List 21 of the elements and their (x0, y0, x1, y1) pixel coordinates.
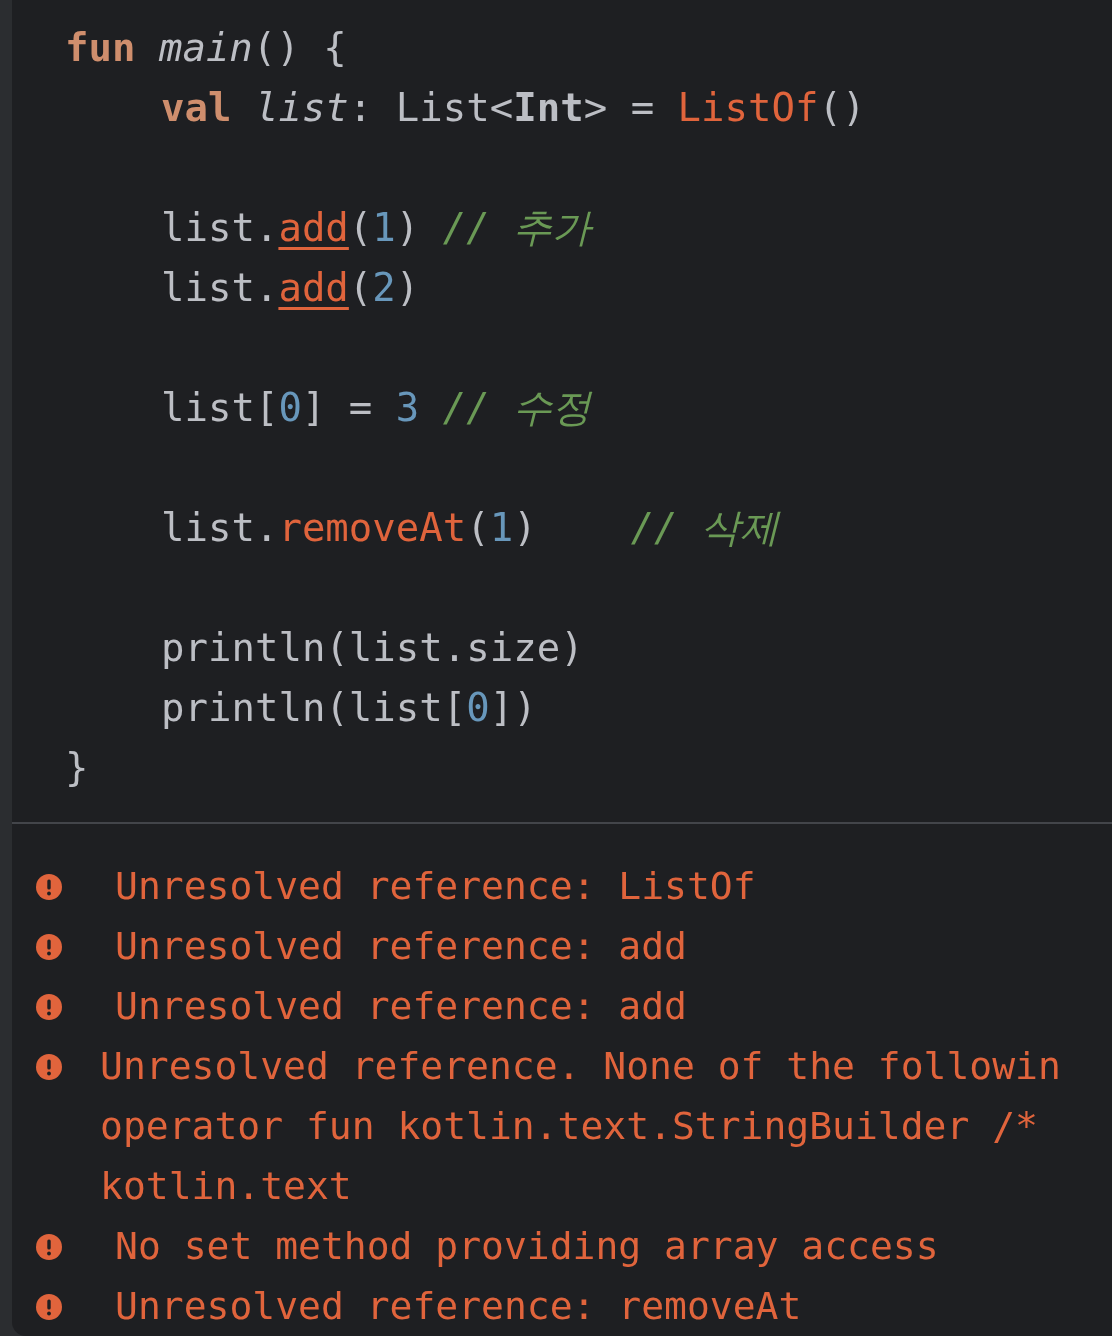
error-message: Unresolved reference. None of the followin operator fun kotlin.text.StringBuilder /* kotlin.text (100, 1043, 1061, 1210)
error-message: No set method providing array access (114, 1223, 939, 1270)
code-line: } (65, 744, 90, 792)
code-line: list.add(1) // 추가 (160, 204, 595, 252)
code-line: list.removeAt(1) // 삭제 (160, 504, 782, 552)
code-line: val list: List<Int> = ListOf() (160, 84, 867, 132)
code-line: fun main() { (65, 24, 348, 72)
code-line: println(list.size) (160, 624, 585, 672)
error-message: Unresolved reference: add (114, 923, 687, 970)
error-icon (36, 1054, 62, 1080)
error-icon (36, 934, 62, 960)
error-message: Unresolved reference: add (114, 983, 687, 1030)
error-icon (36, 1234, 62, 1260)
code-line: list[0] = 3 // 수정 (160, 384, 594, 432)
error-icon (36, 874, 62, 900)
code-line: list.add(2) (160, 264, 421, 312)
code-line: println(list[0]) (160, 684, 538, 732)
error-message: Unresolved reference: ListOf (114, 863, 756, 910)
error-icon (36, 994, 62, 1020)
error-message: Unresolved reference: removeAt (114, 1283, 802, 1330)
error-icon (36, 1294, 62, 1320)
